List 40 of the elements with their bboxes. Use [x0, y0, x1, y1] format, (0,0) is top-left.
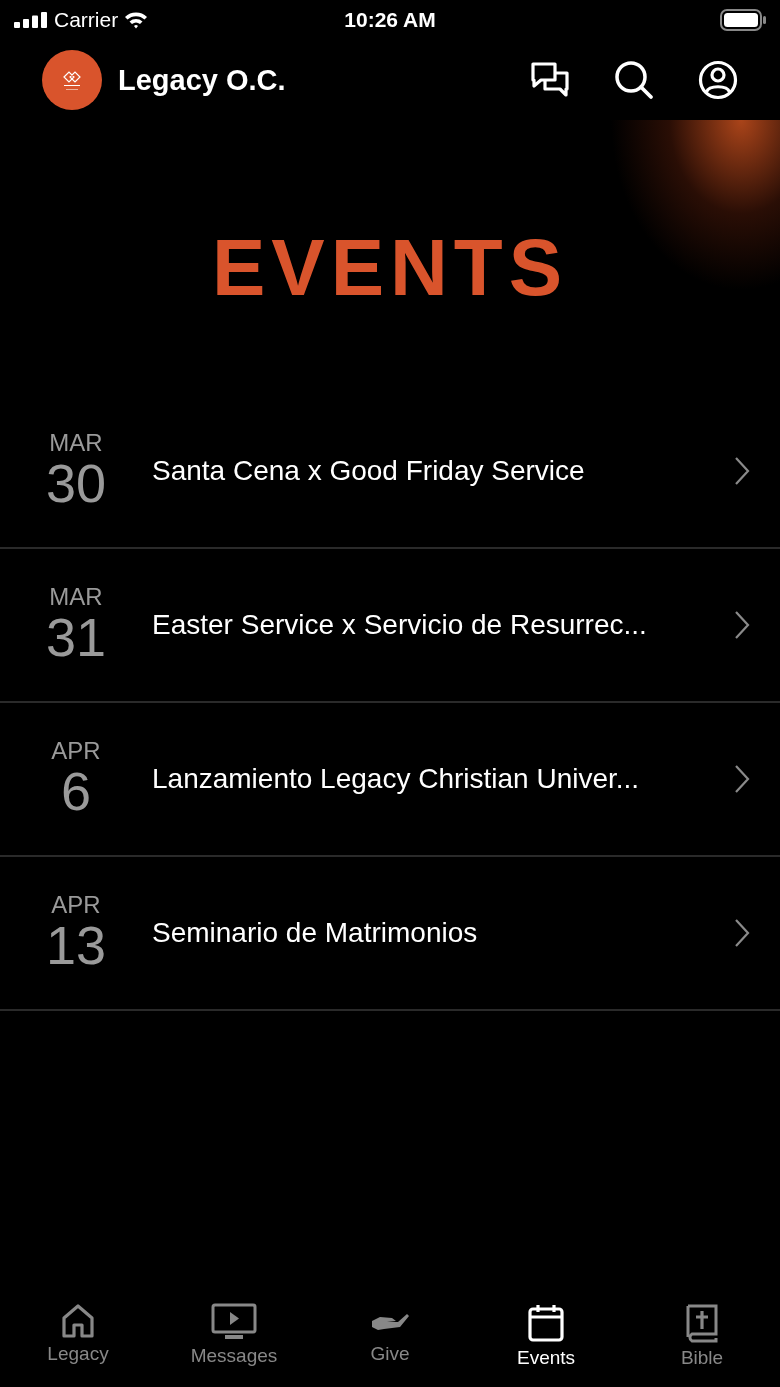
tv-icon	[211, 1303, 257, 1341]
signal-icon	[14, 12, 48, 28]
event-row[interactable]: MAR 31 Easter Service x Servicio de Resurrec...	[0, 549, 780, 703]
event-title: Santa Cena x Good Friday Service	[152, 455, 586, 487]
bible-icon	[685, 1303, 719, 1343]
carrier-label: Carrier	[54, 8, 119, 32]
app-title: Legacy O.C.	[118, 63, 286, 97]
status-time: 10:26 AM	[344, 8, 436, 32]
tab-button[interactable]: Give	[312, 1303, 468, 1365]
chevron-icon	[734, 918, 750, 948]
tab-button[interactable]: Bible	[624, 1303, 780, 1369]
event-month: APR	[51, 738, 101, 763]
event-row[interactable]: APR 13 Seminario de Matrimonios	[0, 857, 780, 1011]
profile-icon[interactable]	[698, 60, 738, 100]
tab-button[interactable]: Events	[468, 1303, 624, 1369]
event-month: MAR	[49, 584, 103, 609]
event-day: 31	[45, 608, 107, 666]
battery-icon	[720, 9, 766, 31]
tab-button[interactable]: Legacy	[0, 1303, 156, 1365]
event-day: 6	[60, 762, 91, 820]
event-day: 13	[45, 916, 107, 974]
event-row[interactable]: MAR 30 Santa Cena x Good Friday Service	[0, 395, 780, 549]
tab-button[interactable]: Messages	[156, 1303, 312, 1367]
chevron-icon	[734, 764, 750, 794]
event-month: APR	[51, 892, 101, 917]
event-title: Easter Service x Servicio de Resurrec...	[152, 609, 648, 641]
banner-title: EVENTS	[211, 221, 569, 314]
home-icon	[61, 1303, 95, 1339]
calendar-icon	[527, 1303, 565, 1343]
chevron-icon	[734, 456, 750, 486]
event-day: 30	[45, 454, 107, 512]
event-title: Seminario de Matrimonios	[152, 917, 479, 949]
wifi-icon	[124, 11, 149, 29]
event-row[interactable]: APR 6 Lanzamiento Legacy Christian Univer...	[0, 703, 780, 857]
chat-icon[interactable]	[530, 61, 570, 99]
chevron-icon	[734, 610, 750, 640]
event-month: MAR	[49, 430, 103, 455]
search-icon[interactable]	[614, 60, 654, 100]
event-title: Lanzamiento Legacy Christian Univer...	[152, 763, 641, 795]
church-logo	[42, 50, 102, 110]
